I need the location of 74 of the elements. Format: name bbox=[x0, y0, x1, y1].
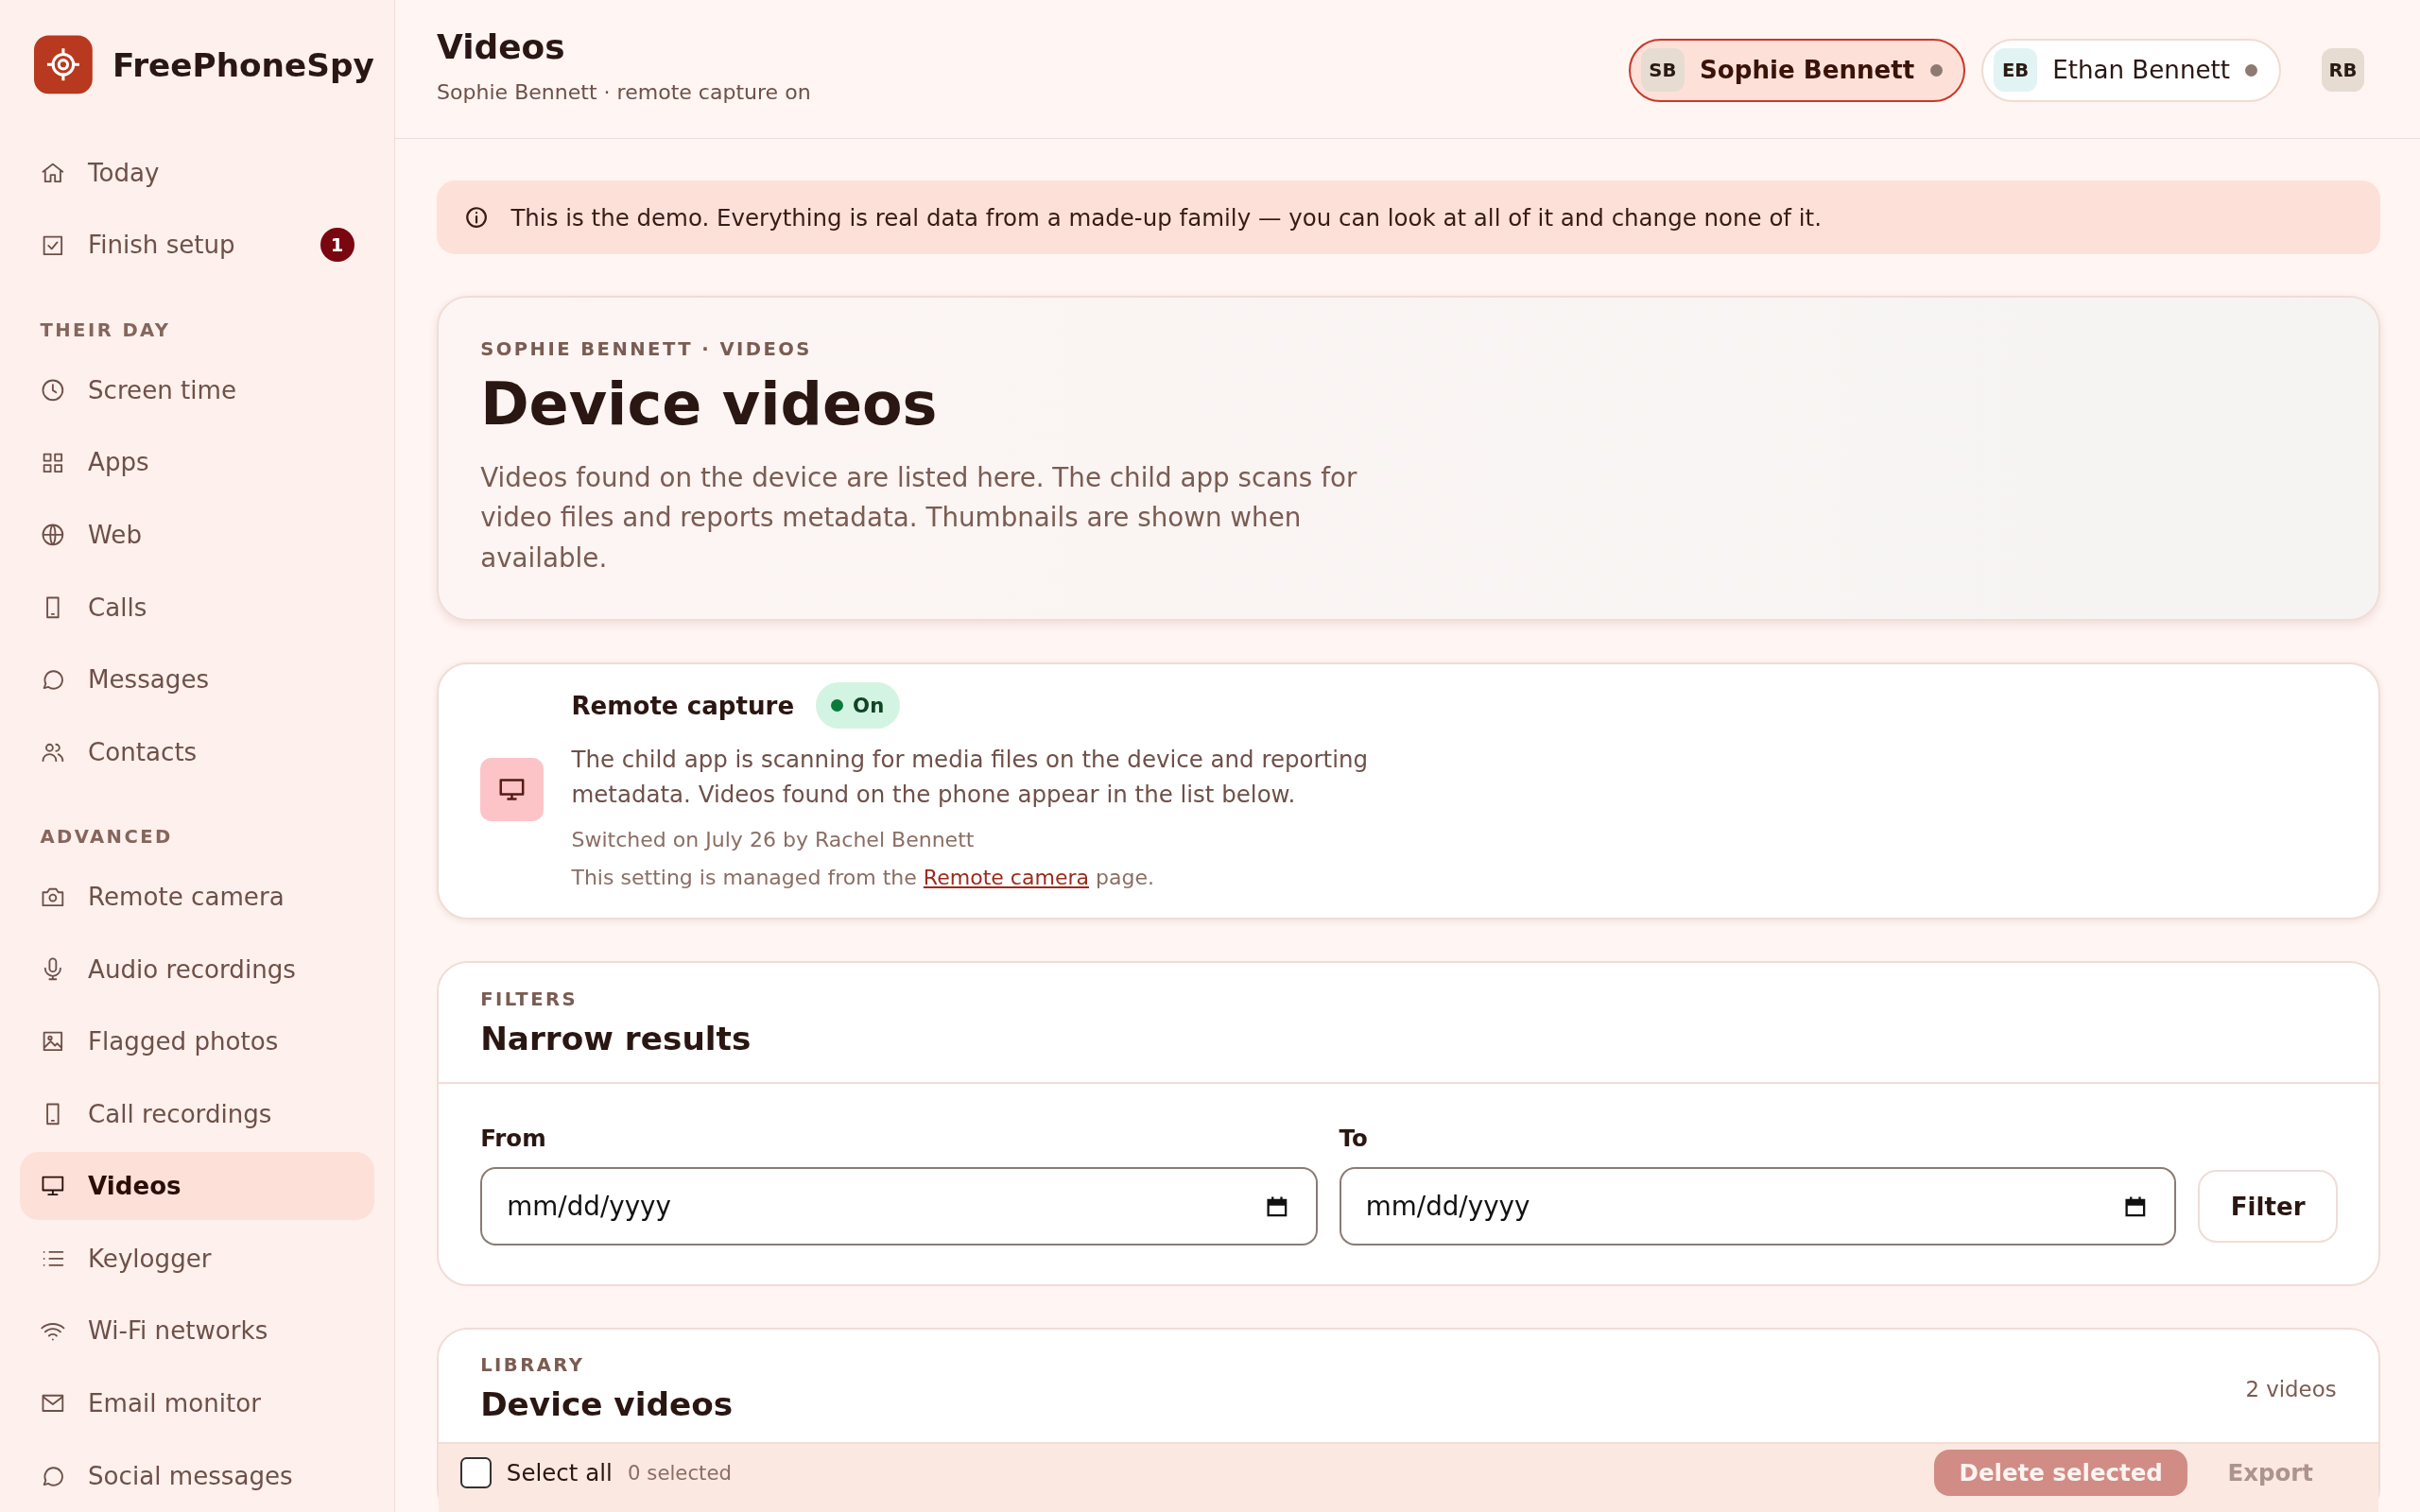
nav-label: Keylogger bbox=[88, 1244, 213, 1273]
nav-label: Audio recordings bbox=[88, 954, 297, 984]
nav-label: Social messages bbox=[88, 1461, 294, 1490]
nav-item[interactable]: Email monitor bbox=[20, 1369, 374, 1437]
capture-title: Remote capture bbox=[571, 691, 795, 720]
nav-label: Finish setup bbox=[88, 231, 236, 260]
profile-name: Ethan Bennett bbox=[2052, 56, 2230, 85]
count-badge: 1 bbox=[320, 228, 354, 263]
nav-label: Today bbox=[88, 158, 161, 187]
video-count: 2 videos bbox=[2245, 1376, 2337, 1401]
notice-text: This is the demo. Everything is real data from a made-up family — you can look at all of it and change none of it. bbox=[510, 203, 1822, 232]
nav-item[interactable]: Audio recordings bbox=[20, 935, 374, 1004]
nav-label: Call recordings bbox=[88, 1099, 273, 1128]
nav-label: Videos bbox=[88, 1172, 182, 1201]
brand-name: FreePhoneSpy bbox=[112, 45, 374, 84]
remote-camera-link[interactable]: Remote camera bbox=[923, 865, 1090, 889]
selected-count: 0 selected bbox=[628, 1461, 732, 1486]
nav-item[interactable]: Wi-Fi networks bbox=[20, 1297, 374, 1366]
nav-item[interactable]: Remote camera bbox=[20, 863, 374, 931]
nav-item[interactable]: Contacts bbox=[20, 717, 374, 786]
eyebrow: FILTERS bbox=[480, 988, 579, 1011]
nav-item[interactable]: Social messages bbox=[20, 1441, 374, 1510]
nav-label: Web bbox=[88, 520, 143, 549]
nav-item[interactable]: Calls bbox=[20, 573, 374, 642]
field-label: From bbox=[480, 1124, 547, 1152]
profile-name: Sophie Bennett bbox=[1700, 56, 1915, 85]
nav-label: Contacts bbox=[88, 737, 199, 766]
capture-meta: Switched on July 26 by Rachel Bennett bbox=[571, 827, 976, 854]
hero-title: Device videos bbox=[480, 371, 939, 438]
nav-item[interactable]: Apps bbox=[20, 428, 374, 497]
nav-label: Remote camera bbox=[88, 883, 285, 912]
date-field[interactable]: mm/dd/yyyy bbox=[1339, 1167, 2177, 1246]
capture-description: The child app is scanning for media files on the device and reporting metadata. Videos found on the phone appear in the list below. bbox=[571, 744, 1370, 811]
nav-label: Apps bbox=[88, 448, 150, 477]
nav-label: Flagged photos bbox=[88, 1027, 280, 1057]
section-heading: ADVANCED bbox=[39, 824, 174, 850]
nav-label: Email monitor bbox=[88, 1389, 262, 1418]
nav-item[interactable]: Messages bbox=[20, 645, 374, 713]
user-avatar[interactable]: RB bbox=[2321, 48, 2365, 93]
select-all-checkbox[interactable] bbox=[459, 1457, 492, 1488]
capture-note: This setting is managed from the Remote camera page. bbox=[571, 864, 1156, 891]
select-all-label: Select all bbox=[506, 1459, 613, 1487]
eyebrow: LIBRARY bbox=[480, 1354, 586, 1377]
info-icon bbox=[464, 205, 490, 231]
avatar: SB bbox=[1641, 48, 1685, 93]
section-title: Narrow results bbox=[480, 1020, 752, 1058]
status-badge: On bbox=[815, 682, 900, 730]
nav-item[interactable]: Videos bbox=[20, 1152, 374, 1221]
nav-item[interactable]: Web bbox=[20, 501, 374, 569]
profile-chip[interactable]: EB Ethan Bennett bbox=[1980, 38, 2282, 102]
nav-item[interactable]: Finish setup 1 bbox=[20, 211, 374, 280]
nav-item[interactable]: Today bbox=[20, 138, 374, 207]
section-title: Device videos bbox=[480, 1385, 734, 1424]
status-dot bbox=[2245, 63, 2258, 77]
nav-item[interactable]: Keylogger bbox=[20, 1224, 374, 1293]
profile-chip[interactable]: SB Sophie Bennett bbox=[1628, 38, 1966, 102]
date-field[interactable]: mm/dd/yyyy bbox=[480, 1167, 1318, 1246]
avatar: EB bbox=[1994, 48, 2037, 93]
nav-item[interactable]: Flagged photos bbox=[20, 1007, 374, 1076]
hero-description: Videos found on the device are listed here. The child app scans for video files and reports metadata. Thumbnails are shown when available. bbox=[480, 461, 1358, 576]
nav-label: Wi-Fi networks bbox=[88, 1316, 269, 1346]
nav-item[interactable]: Call recordings bbox=[20, 1079, 374, 1148]
page-subtitle: Sophie Bennett · remote capture on bbox=[437, 80, 811, 105]
status-dot bbox=[1929, 63, 1943, 77]
nav-item[interactable]: Screen time bbox=[20, 355, 374, 424]
monitor-icon bbox=[480, 757, 544, 821]
section-heading: THEIR DAY bbox=[39, 318, 172, 343]
filter-button[interactable]: Filter bbox=[2198, 1170, 2339, 1244]
page-title: Videos bbox=[437, 27, 566, 67]
eyebrow: SOPHIE BENNETT · VIDEOS bbox=[480, 337, 813, 360]
nav-label: Calls bbox=[88, 593, 148, 622]
nav-label: Messages bbox=[88, 665, 211, 695]
nav-label: Screen time bbox=[88, 375, 238, 404]
field-label: To bbox=[1339, 1124, 1369, 1152]
